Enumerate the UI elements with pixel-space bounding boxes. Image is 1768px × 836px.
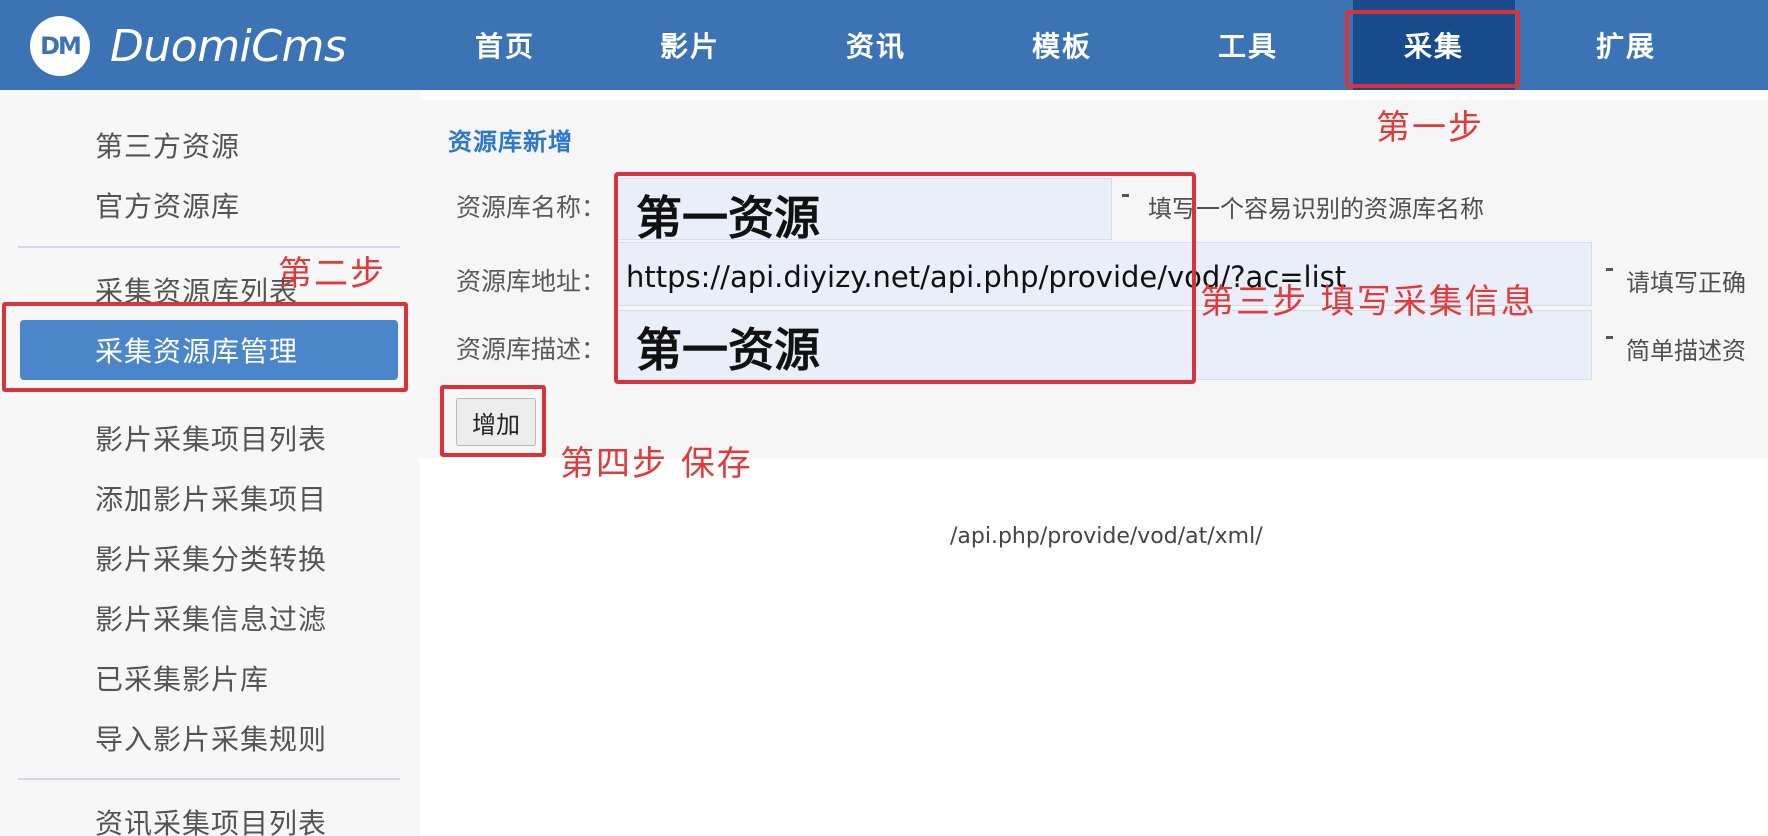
sidebar-item-third-party-resources[interactable]: 第三方资源 [95,125,240,165]
field-hint-url: 请填写正确 [1626,269,1746,297]
sidebar-item-news-project-list[interactable]: 资讯采集项目列表 [95,802,327,836]
nav-tools[interactable]: 工具 [1198,0,1298,90]
logo[interactable]: DM DuomiCms [30,15,347,77]
sidebar-item-collected-library[interactable]: 已采集影片库 [95,658,269,698]
hint-marker [1606,268,1613,271]
nav-news[interactable]: 资讯 [826,0,926,90]
field-label-description: 资源库描述： [456,335,607,364]
app-window: DM DuomiCms 首页 影片 资讯 模板 工具 采集 扩展 第三方资源 官… [0,0,1768,836]
sidebar-item-info-filter[interactable]: 影片采集信息过滤 [95,598,327,638]
fields-highlight-box [614,172,1196,384]
background-path-text: /api.php/provide/vod/at/xml/ [950,524,1263,549]
nav-templates[interactable]: 模板 [1012,0,1112,90]
logo-text: DuomiCms [110,20,347,72]
nav-movies[interactable]: 影片 [640,0,740,90]
field-label-name: 资源库名称： [456,193,607,222]
field-hint-name: 填写一个容易识别的资源库名称 [1148,195,1484,223]
sidebar-divider [18,778,400,780]
hint-marker [1606,336,1613,339]
field-label-url: 资源库地址： [456,267,607,296]
sidebar-item-import-rules[interactable]: 导入影片采集规则 [95,718,327,758]
annotation-step-4: 第四步 保存 [560,444,753,484]
sidebar-item-movie-project-list[interactable]: 影片采集项目列表 [95,418,327,458]
annotation-step-2: 第二步 [278,254,386,294]
sidebar-active-highlight-box [2,302,408,392]
field-hint-description: 简单描述资 [1626,337,1746,365]
nav-extensions[interactable]: 扩展 [1576,0,1676,90]
nav-collect-highlight-box [1345,10,1520,88]
nav-home[interactable]: 首页 [455,0,555,90]
section-title: 资源库新增 [448,128,573,156]
sidebar-item-official-library[interactable]: 官方资源库 [95,185,240,225]
annotation-step-3: 第三步 填写采集信息 [1200,282,1537,322]
top-navigation-bar: DM DuomiCms 首页 影片 资讯 模板 工具 采集 扩展 [0,0,1768,90]
add-button-highlight-box [440,385,546,457]
sidebar-item-category-convert[interactable]: 影片采集分类转换 [95,538,327,578]
annotation-step-1: 第一步 [1376,108,1484,148]
sidebar-item-add-movie-project[interactable]: 添加影片采集项目 [95,478,327,518]
logo-badge-icon: DM [30,16,90,76]
